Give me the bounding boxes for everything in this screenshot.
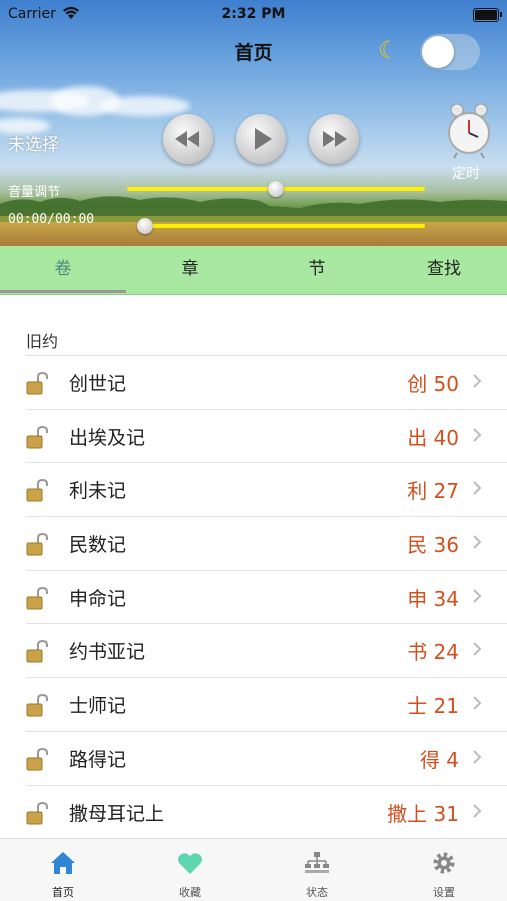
progress-slider[interactable]	[137, 224, 425, 228]
book-name: 申命记	[69, 587, 127, 610]
book-name: 撒母耳记上	[69, 802, 165, 825]
battery-icon	[473, 8, 502, 22]
tab-bar-label: 状态	[306, 886, 328, 899]
progress-slider-thumb[interactable]	[137, 218, 153, 234]
tab-bar-label: 收藏	[179, 886, 201, 899]
chevron-right-icon	[473, 589, 482, 603]
tab-chapter[interactable]: 章	[127, 246, 253, 294]
hierarchy-icon	[305, 852, 329, 873]
book-chapter-count: 利 27	[407, 479, 459, 504]
chevron-right-icon	[473, 642, 482, 657]
book-chapter-count: 民 36	[407, 533, 459, 558]
list-item[interactable]: 路得记 得 4	[0, 730, 507, 785]
book-name: 民数记	[69, 534, 127, 557]
unlock-icon	[26, 640, 48, 663]
bottom-tab-bar: 首页 收藏 状态 设置	[0, 838, 507, 901]
list-item[interactable]: 申命记 申 34	[0, 569, 507, 624]
chevron-right-icon	[473, 427, 482, 442]
unlock-icon	[26, 747, 48, 771]
book-chapter-count: 撒上 31	[387, 801, 459, 826]
unlock-icon	[26, 533, 48, 556]
volume-label: 音量调节	[8, 185, 61, 200]
fast-forward-button[interactable]	[309, 114, 359, 164]
chevron-right-icon	[473, 696, 482, 710]
book-name: 利未记	[69, 480, 127, 503]
home-icon	[51, 852, 75, 874]
chevron-right-icon	[473, 535, 482, 549]
book-chapter-count: 得 4	[419, 747, 459, 772]
book-name: 士师记	[69, 695, 127, 718]
list-item[interactable]: 约书亚记 书 24	[0, 623, 507, 677]
book-chapter-count: 创 50	[407, 372, 459, 396]
volume-slider-thumb[interactable]	[268, 181, 284, 197]
tab-bar-label: 设置	[433, 886, 455, 899]
night-mode-toggle[interactable]	[420, 34, 480, 70]
tab-bar-home[interactable]: 首页	[0, 839, 126, 901]
chevron-right-icon	[473, 481, 482, 496]
tab-active-indicator	[0, 290, 126, 293]
book-chapter-count: 出 40	[407, 425, 459, 450]
book-name: 创世记	[69, 373, 127, 395]
book-chapter-count: 士 21	[407, 694, 459, 719]
book-chapter-count: 书 24	[407, 640, 459, 665]
unlock-icon	[26, 586, 48, 610]
unlock-icon	[26, 425, 48, 449]
list-item[interactable]: 士师记 士 21	[0, 677, 507, 731]
player-header: Carrier 2:32 PM 首页 ☾ 未选择 定时 音量调节 00:00/0…	[0, 0, 507, 246]
chevron-right-icon	[473, 750, 482, 764]
section-title: 旧约	[26, 332, 59, 351]
tab-volume[interactable]: 卷	[0, 246, 126, 294]
unlock-icon	[26, 694, 48, 717]
list-item[interactable]: 出埃及记 出 40	[0, 408, 507, 463]
unlock-icon	[26, 479, 48, 502]
heart-icon	[178, 853, 202, 874]
list-item[interactable]: 利未记 利 27	[0, 462, 507, 516]
play-icon	[255, 128, 272, 150]
tab-bar-settings[interactable]: 设置	[381, 839, 507, 901]
list-item[interactable]: 撒母耳记上 撒上 31	[0, 784, 507, 839]
segment-tabs: 卷 章 节 查找	[0, 246, 507, 295]
book-list: 创世记 创 50 出埃及记 出 40 利未记 利 27 民数记 民 36 申命记…	[0, 355, 507, 838]
fast-forward-icon	[323, 131, 347, 147]
play-button[interactable]	[236, 114, 286, 164]
timer-label: 定时	[452, 166, 480, 182]
moon-icon: ☾	[378, 36, 400, 64]
book-chapter-count: 申 34	[407, 586, 459, 611]
book-name: 路得记	[69, 748, 127, 771]
rewind-button[interactable]	[163, 114, 213, 164]
tab-verse[interactable]: 节	[254, 246, 380, 294]
book-name: 约书亚记	[69, 641, 146, 664]
tab-bar-label: 首页	[52, 886, 74, 899]
unlock-icon	[26, 371, 48, 395]
chevron-right-icon	[473, 803, 482, 818]
list-item[interactable]: 创世记 创 50	[0, 355, 507, 409]
list-item[interactable]: 民数记 民 36	[0, 516, 507, 570]
tab-bar-status[interactable]: 状态	[254, 839, 380, 901]
toggle-knob	[422, 36, 454, 68]
chevron-right-icon	[473, 374, 482, 388]
status-bar: Carrier 2:32 PM	[8, 4, 502, 24]
selection-label: 未选择	[8, 135, 59, 155]
rewind-icon	[175, 131, 199, 147]
alarm-clock-icon[interactable]	[446, 100, 492, 160]
gear-icon	[433, 852, 455, 874]
clock-time: 2:32 PM	[221, 6, 286, 22]
time-readout: 00:00/00:00	[8, 212, 95, 227]
tab-search[interactable]: 查找	[381, 246, 507, 294]
book-name: 出埃及记	[69, 426, 146, 449]
unlock-icon	[26, 801, 48, 824]
tab-bar-favorites[interactable]: 收藏	[127, 839, 253, 901]
